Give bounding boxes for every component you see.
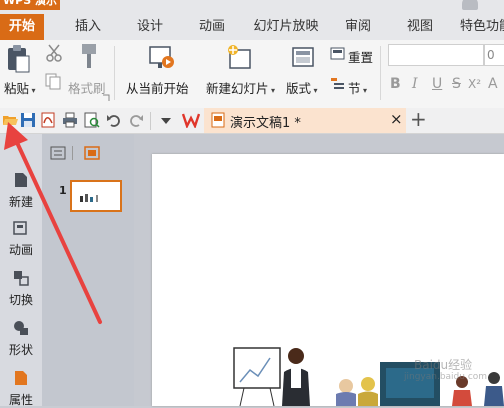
ribbon-divider-2 [380,46,381,100]
customize-toolbar-chevron-icon[interactable] [160,116,172,126]
animation-icon [13,221,27,235]
slide-thumbnail[interactable] [70,180,122,212]
clipboard-dialog-launcher-icon[interactable] [102,94,110,102]
thumbnail-illustration [80,194,98,202]
ribbon-divider [114,46,115,100]
paste-button[interactable]: 粘贴 ▾ [4,78,36,97]
document-tab[interactable]: 演示文稿1 * × [204,108,406,133]
sidebar-item-transition[interactable]: 切换 [0,270,42,308]
ribbon-panel: 粘贴 ▾ 格式刷 从当前开始 新建幻灯片 ▾ 版式 ▾ 重置 节 ▾ 0 B I… [0,40,504,109]
slide-canvas[interactable]: Baidu经验 jingyan.baidu.com [152,154,504,406]
section-button[interactable]: 节 ▾ [348,78,367,97]
new-slide-button[interactable]: 新建幻灯片 ▾ [206,78,275,97]
from-current-button[interactable]: 从当前开始 [126,78,189,97]
layout-button[interactable]: 版式 ▾ [286,78,318,97]
print-icon[interactable] [62,112,78,128]
section-icon[interactable] [330,76,346,92]
user-avatar-icon[interactable] [462,0,478,10]
format-painter-icon[interactable] [76,42,100,70]
font-size-combobox[interactable]: 0 [484,44,504,66]
watermark-url: jingyan.baidu.com [404,372,488,382]
tab-slideshow[interactable]: 幻灯片放映 [248,14,324,40]
paste-icon[interactable] [5,44,31,74]
tab-review[interactable]: 审阅 [330,14,386,40]
format-painter-button[interactable]: 格式刷 [68,78,106,97]
tab-home[interactable]: 开始 [0,14,44,40]
bold-button[interactable]: B [390,76,401,92]
print-preview-icon[interactable] [84,112,100,128]
sidebar-item-shape[interactable]: 形状 [0,320,42,358]
open-folder-icon[interactable] [2,112,18,128]
play-from-current-icon[interactable] [148,44,176,72]
tab-design[interactable]: 设计 [122,14,178,40]
watermark-text: Baidu经验 [414,358,473,372]
slide-thumbnail-pane [42,134,134,406]
view-divider [72,146,73,160]
new-file-icon [15,173,27,187]
superscript-button[interactable]: X² [468,77,481,91]
toolbar-divider [150,112,151,130]
tab-insert[interactable]: 插入 [60,14,116,40]
app-name-badge[interactable]: WPS 演示 [0,0,60,10]
sidebar-item-new[interactable]: 新建 [0,172,42,210]
layout-icon[interactable] [291,46,315,70]
new-tab-button[interactable]: + [410,107,427,131]
undo-icon[interactable] [106,112,122,128]
font-name-combobox[interactable] [388,44,484,66]
shape-icon [14,321,28,335]
transition-icon [14,271,29,286]
wps-logo-icon[interactable] [182,112,200,128]
presentation-file-icon [211,112,225,128]
new-slide-icon[interactable] [226,44,254,72]
save-icon[interactable] [20,112,36,128]
close-tab-icon[interactable]: × [390,110,403,128]
sidebar-item-animation[interactable]: 动画 [0,220,42,258]
properties-icon [15,371,27,385]
left-task-bar: 新建 动画 切换 形状 属性 [0,134,42,408]
italic-button[interactable]: I [412,76,418,92]
cut-icon[interactable] [44,44,64,62]
title-bar: WPS 演示 [0,0,504,12]
tab-animation[interactable]: 动画 [184,14,240,40]
export-pdf-icon[interactable] [40,112,56,128]
copy-icon[interactable] [44,72,62,90]
slides-view-icon[interactable] [84,146,100,160]
tab-view[interactable]: 视图 [392,14,448,40]
slide-number: 1 [59,184,67,197]
redo-icon[interactable] [128,112,144,128]
strikethrough-button[interactable]: S [452,76,461,92]
document-tab-title: 演示文稿1 * [230,116,301,131]
outline-view-icon[interactable] [50,146,66,160]
underline-button[interactable]: U [432,76,442,92]
reset-button[interactable]: 重置 [348,47,373,66]
reset-icon[interactable] [330,46,346,62]
font-color-button[interactable]: A [488,76,498,92]
sidebar-item-properties[interactable]: 属性 [0,370,42,408]
tab-features[interactable]: 特色功能 [454,14,504,40]
